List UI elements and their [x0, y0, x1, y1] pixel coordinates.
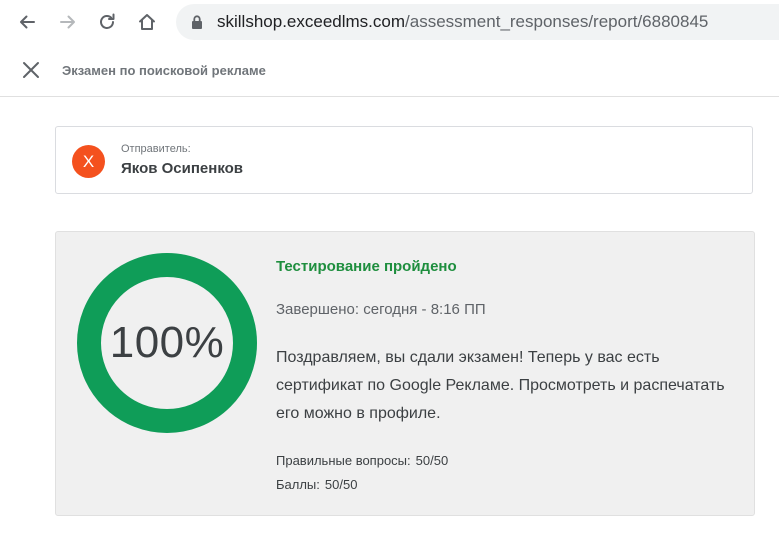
browser-toolbar: skillshop.exceedlms.com/assessment_respo… [0, 0, 779, 44]
close-button[interactable] [20, 59, 42, 81]
correct-questions: Правильные вопросы: 50/50 [276, 453, 448, 469]
points-label: Баллы: [276, 477, 320, 492]
home-button[interactable] [133, 8, 161, 36]
score-percent: 100% [109, 318, 225, 367]
completed-time: Завершено: сегодня - 8:16 ПП [276, 301, 486, 318]
reload-button[interactable] [93, 8, 121, 36]
url-host: skillshop.exceedlms.com [217, 12, 406, 31]
address-bar[interactable]: skillshop.exceedlms.com/assessment_respo… [176, 4, 779, 40]
points: Баллы: 50/50 [276, 477, 357, 493]
points-value: 50/50 [324, 477, 358, 492]
close-icon [23, 62, 39, 78]
reload-icon [100, 13, 115, 29]
congrats-message: Поздравляем, вы сдали экзамен! Теперь у … [276, 349, 725, 422]
arrow-left-icon [20, 15, 35, 29]
home-icon [139, 14, 155, 30]
avatar: Х [72, 145, 105, 178]
result-card: 100% Тестирование пройдено Завершено: се… [55, 231, 755, 516]
status-text: Тестирование пройдено [276, 258, 457, 275]
back-button[interactable] [13, 8, 41, 36]
lock-icon [192, 15, 202, 29]
sender-label: Отправитель: [121, 143, 191, 155]
url-text: skillshop.exceedlms.com/assessment_respo… [217, 12, 708, 32]
forward-button[interactable] [54, 8, 82, 36]
url-path: /assessment_responses/report/6880845 [405, 12, 709, 31]
exam-title: Экзамен по поисковой рекламе [62, 63, 266, 78]
sender-name: Яков Осипенков [121, 160, 244, 177]
correct-questions-label: Правильные вопросы: [276, 453, 411, 468]
page-header: Экзамен по поисковой рекламе [0, 44, 779, 97]
correct-questions-value: 50/50 [415, 453, 449, 468]
sender-card: Х Отправитель: Яков Осипенков [55, 126, 753, 194]
arrow-right-icon [60, 15, 75, 29]
